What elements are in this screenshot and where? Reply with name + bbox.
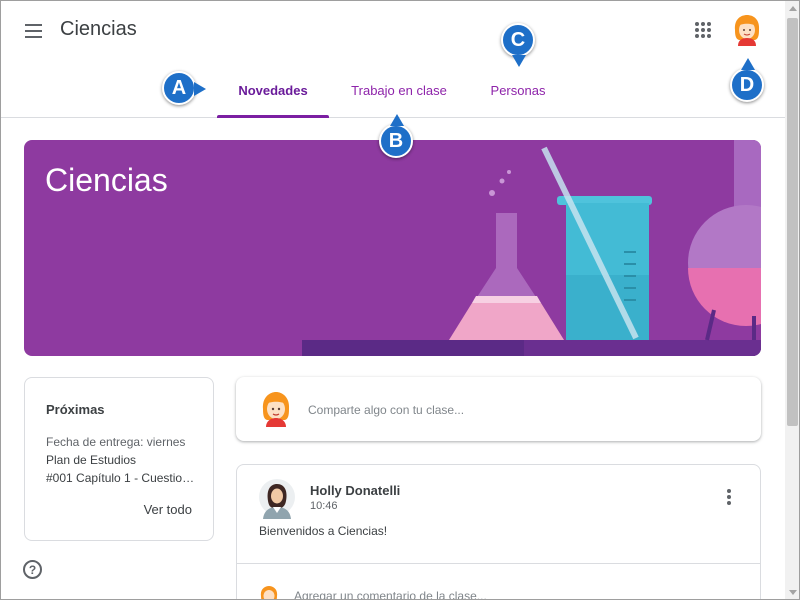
user-avatar[interactable] — [732, 14, 762, 46]
tab-personas[interactable]: Personas — [477, 63, 559, 118]
class-tabs: Novedades Trabajo en clase Personas — [1, 63, 785, 118]
vertical-scrollbar[interactable] — [785, 1, 799, 599]
share-input-placeholder: Comparte algo con tu clase... — [308, 403, 465, 417]
stream-post: Holly Donatelli 10:46 Bienvenidos a Cien… — [236, 464, 761, 599]
post-body: Bienvenidos a Ciencias! — [259, 524, 388, 538]
help-circle-icon[interactable]: ? — [23, 560, 42, 579]
upcoming-title: Próximas — [46, 402, 105, 417]
scroll-thumb[interactable] — [787, 18, 798, 426]
upcoming-item[interactable]: Plan de Estudios — [46, 453, 196, 467]
class-banner: Ciencias — [24, 140, 761, 356]
banner-title: Ciencias — [45, 162, 168, 198]
post-divider — [237, 563, 760, 564]
callout-b: B — [379, 114, 413, 158]
user-avatar — [260, 586, 278, 599]
upcoming-card: Próximas Fecha de entrega: viernes Plan … — [24, 377, 214, 541]
comment-input[interactable]: Agregar un comentario de la clase... — [294, 589, 487, 599]
more-vert-icon[interactable] — [723, 487, 733, 507]
menu-icon[interactable] — [21, 19, 45, 43]
tab-trabajo-en-clase[interactable]: Trabajo en clase — [341, 63, 457, 118]
scroll-down-arrow-icon[interactable] — [785, 585, 799, 599]
post-timestamp: 10:46 — [310, 500, 338, 512]
classroom-window: Ciencias Novedades Trabajo en clase Pers… — [0, 0, 800, 600]
apps-grid-icon[interactable] — [693, 20, 713, 40]
tab-novedades[interactable]: Novedades — [217, 63, 329, 118]
callout-a: A — [162, 71, 206, 105]
scroll-up-arrow-icon[interactable] — [785, 1, 799, 16]
user-avatar — [262, 392, 290, 427]
post-author: Holly Donatelli — [310, 483, 401, 498]
top-bar: Ciencias Novedades Trabajo en clase Pers… — [1, 1, 785, 118]
class-title: Ciencias — [60, 18, 137, 40]
upcoming-item[interactable]: #001 Capítulo 1 - Cuestionario — [46, 471, 196, 485]
callout-c: C — [501, 23, 535, 67]
view-all-link[interactable]: Ver todo — [144, 502, 192, 517]
share-announcement-box[interactable]: Comparte algo con tu clase... — [236, 377, 761, 441]
callout-d: D — [730, 58, 764, 102]
author-avatar — [259, 479, 295, 519]
upcoming-due-date: Fecha de entrega: viernes — [46, 435, 186, 449]
